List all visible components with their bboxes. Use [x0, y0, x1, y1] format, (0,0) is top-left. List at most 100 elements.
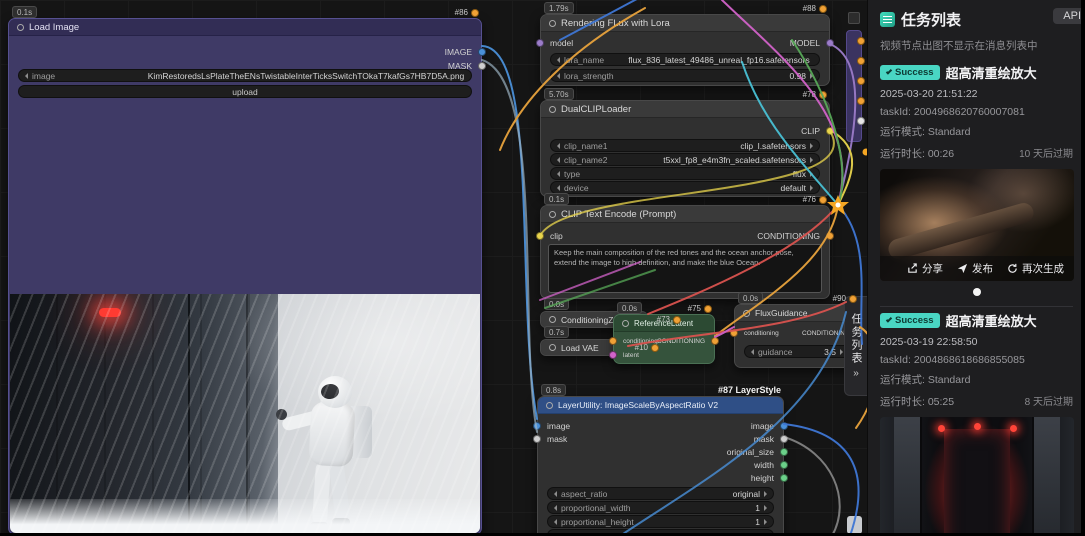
- guidance-widget[interactable]: guidance 3.5: [744, 345, 850, 358]
- device-widget[interactable]: device default: [550, 181, 820, 194]
- combo-next-icon[interactable]: [810, 171, 814, 177]
- collapse-icon[interactable]: [549, 106, 556, 113]
- loaded-image-preview[interactable]: [10, 294, 480, 533]
- model-input-socket[interactable]: [536, 39, 544, 47]
- output-slot-clip: CLIP: [801, 125, 820, 137]
- clip-name1-widget[interactable]: clip_name1 clip_l.safetensors: [550, 139, 820, 152]
- image-output-socket[interactable]: [478, 48, 486, 56]
- conditioning-output-socket[interactable]: [711, 337, 719, 345]
- reroute-socket[interactable]: [857, 97, 865, 105]
- lora-strength-widget[interactable]: lora_strength 0.98: [550, 69, 820, 82]
- reroute-socket[interactable]: [857, 77, 865, 85]
- share-icon: [907, 263, 918, 274]
- carousel-dot[interactable]: [973, 288, 981, 296]
- combo-next-icon[interactable]: [764, 519, 768, 525]
- width-output-socket[interactable]: [780, 461, 788, 469]
- reroute-socket[interactable]: [857, 57, 865, 65]
- result-thumbnail[interactable]: 分享 再次生成: [880, 417, 1074, 536]
- combo-next-icon[interactable]: [764, 505, 768, 511]
- mask-output-socket[interactable]: [780, 435, 788, 443]
- node-header[interactable]: DualCLIPLoader: [541, 101, 829, 118]
- combo-next-icon[interactable]: [810, 143, 814, 149]
- status-dot-icon: [849, 295, 857, 303]
- conditioning-input-socket[interactable]: [730, 329, 738, 337]
- combo-prev-icon[interactable]: [24, 73, 28, 79]
- clip-input-socket[interactable]: [536, 232, 544, 240]
- publish-button[interactable]: 发布: [957, 261, 993, 276]
- combo-prev-icon[interactable]: [750, 349, 754, 355]
- combo-next-icon[interactable]: [810, 73, 814, 79]
- input-slot-clip: clip: [550, 230, 563, 242]
- combo-next-icon[interactable]: [810, 157, 814, 163]
- result-thumbnail[interactable]: 分享 发布 再次生成: [880, 169, 1074, 281]
- collapse-icon[interactable]: [546, 402, 553, 409]
- lora-name-widget[interactable]: lora_name flux_836_latest_49486_unreal_f…: [550, 53, 820, 66]
- combo-prev-icon[interactable]: [556, 143, 560, 149]
- original-size-output-socket[interactable]: [780, 448, 788, 456]
- node-header[interactable]: Load Image: [9, 19, 481, 36]
- conditioning-output-socket[interactable]: [826, 232, 834, 240]
- group-label: #87 LayerStyle: [718, 385, 781, 395]
- node-header[interactable]: LayerUtility: ImageScaleByAspectRatio V2: [538, 397, 783, 414]
- collapsed-mini-node[interactable]: [848, 12, 860, 24]
- node-lora-loader[interactable]: 1.79s #88 Rendering FLux with Lora model…: [540, 14, 830, 86]
- combo-prev-icon[interactable]: [553, 519, 557, 525]
- combo-prev-icon[interactable]: [556, 57, 560, 63]
- task-name: 超高清重绘放大: [946, 63, 1037, 82]
- node-header[interactable]: FluxGuidance: [735, 305, 859, 322]
- collapse-icon[interactable]: [549, 316, 556, 323]
- node-dualclip-loader[interactable]: 5.70s #78 DualCLIPLoader CLIP clip_name1…: [540, 100, 830, 197]
- clip-output-socket[interactable]: [826, 127, 834, 135]
- collapse-icon[interactable]: [622, 320, 629, 327]
- collapse-icon[interactable]: [17, 24, 24, 31]
- prompt-textarea[interactable]: Keep the main composition of the red ton…: [548, 244, 822, 293]
- combo-prev-icon[interactable]: [556, 157, 560, 163]
- node-header[interactable]: CLIP Text Encode (Prompt): [541, 206, 829, 223]
- combo-prev-icon[interactable]: [556, 185, 560, 191]
- image-input-socket[interactable]: [533, 422, 541, 430]
- combo-prev-icon[interactable]: [556, 171, 560, 177]
- node-flux-guidance[interactable]: 0.0s #90 FluxGuidance conditioning CONDI…: [734, 304, 860, 368]
- clip-name2-widget[interactable]: clip_name2 t5xxl_fp8_e4m3fn_scaled.safet…: [550, 153, 820, 166]
- output-slot-conditioning: CONDITIONING: [757, 230, 820, 242]
- task-duration: 运行时长: 00:26: [880, 146, 954, 161]
- node-id-badge: #73: [657, 315, 681, 324]
- task-list-collapse-tab[interactable]: 任务列表 »: [844, 296, 867, 396]
- type-widget[interactable]: type flux: [550, 167, 820, 180]
- reroute-socket[interactable]: [857, 37, 865, 45]
- model-output-socket[interactable]: [826, 39, 834, 47]
- combo-next-icon[interactable]: [764, 491, 768, 497]
- task-duration: 运行时长: 05:25: [880, 394, 954, 409]
- node-clip-text-encode[interactable]: 0.1s #76 CLIP Text Encode (Prompt) clip …: [540, 205, 830, 299]
- proportional-height-widget[interactable]: proportional_height 1: [547, 515, 774, 528]
- height-output-socket[interactable]: [780, 474, 788, 482]
- scrollbar-thumb[interactable]: [847, 516, 862, 534]
- node-layer-image-scale[interactable]: 0.8s #87 LayerStyle LayerUtility: ImageS…: [537, 396, 784, 536]
- upload-button[interactable]: upload: [18, 85, 472, 98]
- combo-prev-icon[interactable]: [556, 73, 560, 79]
- image-output-socket[interactable]: [780, 422, 788, 430]
- combo-next-icon[interactable]: [810, 185, 814, 191]
- node-load-image[interactable]: 0.1s #86 Load Image IMAGE MASK image Kim…: [8, 18, 482, 535]
- collapse-icon[interactable]: [549, 344, 556, 351]
- aspect-ratio-widget[interactable]: aspect_ratio original: [547, 487, 774, 500]
- reroute-socket[interactable]: [857, 117, 865, 125]
- collapse-icon[interactable]: [549, 211, 556, 218]
- node-header[interactable]: Rendering FLux with Lora: [541, 15, 829, 32]
- combo-prev-icon[interactable]: [553, 491, 557, 497]
- share-button[interactable]: 分享: [907, 261, 943, 276]
- node-reroute-strip[interactable]: [846, 30, 862, 142]
- task-mode: 运行模式: Standard: [880, 372, 1073, 387]
- regenerate-button[interactable]: 再次生成: [1007, 261, 1064, 276]
- proportional-width-widget[interactable]: proportional_width 1: [547, 501, 774, 514]
- task-id: taskId: 2004968620760007081: [880, 106, 1073, 118]
- latent-input-socket[interactable]: [609, 351, 617, 359]
- exec-time-badge: 0.0s: [544, 298, 569, 310]
- conditioning-input-socket[interactable]: [609, 337, 617, 345]
- collapse-icon[interactable]: [743, 310, 750, 317]
- collapse-icon[interactable]: [549, 20, 556, 27]
- mask-input-socket[interactable]: [533, 435, 541, 443]
- image-filename-widget[interactable]: image KimRestoredsLsPlateTheENsTwistable…: [18, 69, 472, 82]
- mask-output-socket[interactable]: [478, 62, 486, 70]
- combo-prev-icon[interactable]: [553, 505, 557, 511]
